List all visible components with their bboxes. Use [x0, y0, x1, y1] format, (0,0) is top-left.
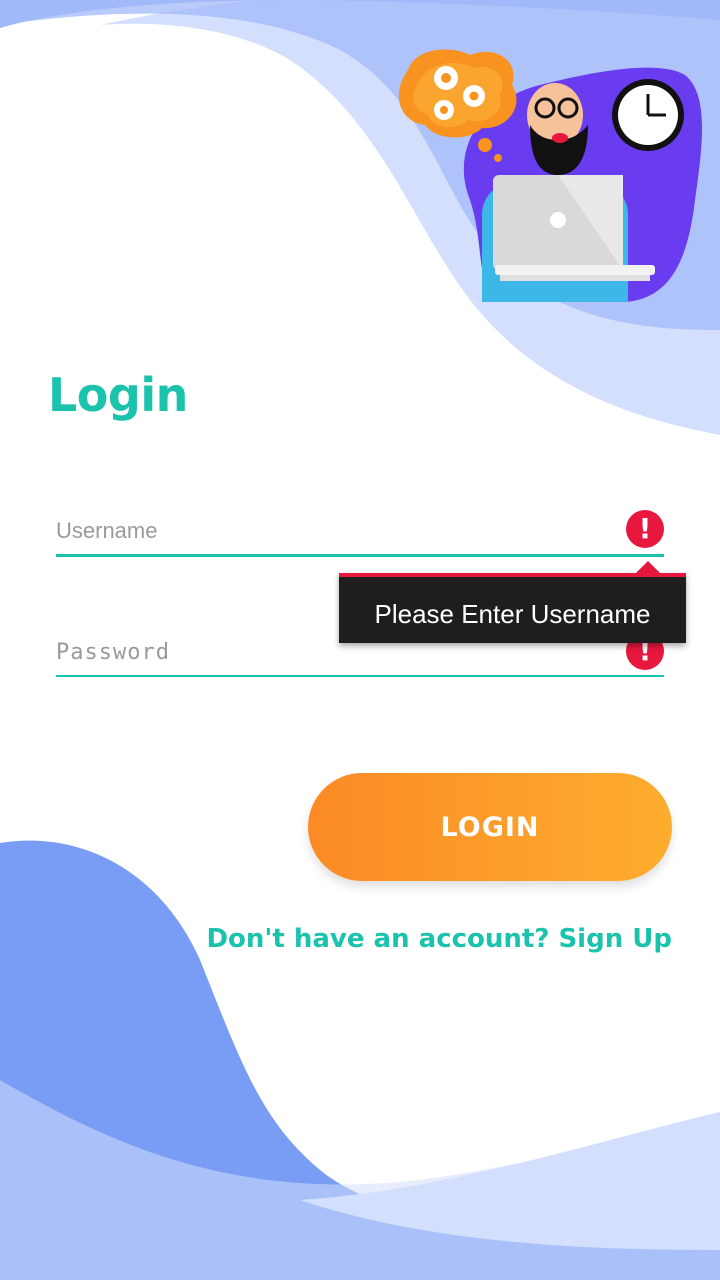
username-field: !	[56, 500, 664, 557]
error-icon[interactable]: !	[626, 510, 664, 548]
error-tooltip: Please Enter Username	[339, 573, 686, 643]
username-input[interactable]	[56, 518, 596, 544]
page-title: Login	[48, 368, 188, 422]
tooltip-arrow	[636, 561, 660, 573]
illustration	[398, 49, 703, 302]
login-button[interactable]: LOGIN	[308, 773, 672, 881]
clock-icon	[612, 79, 684, 151]
signup-link[interactable]: Don't have an account? Sign Up	[206, 924, 672, 954]
